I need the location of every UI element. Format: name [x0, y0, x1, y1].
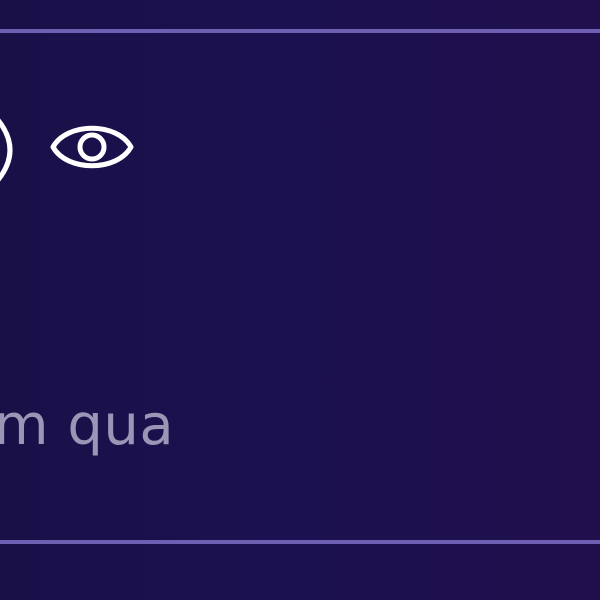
top-divider — [0, 29, 600, 33]
right-parenthesis-icon — [0, 110, 20, 190]
text-fragment: m qua — [0, 393, 175, 458]
eye-icon[interactable] — [50, 113, 134, 181]
bottom-divider — [0, 540, 600, 544]
